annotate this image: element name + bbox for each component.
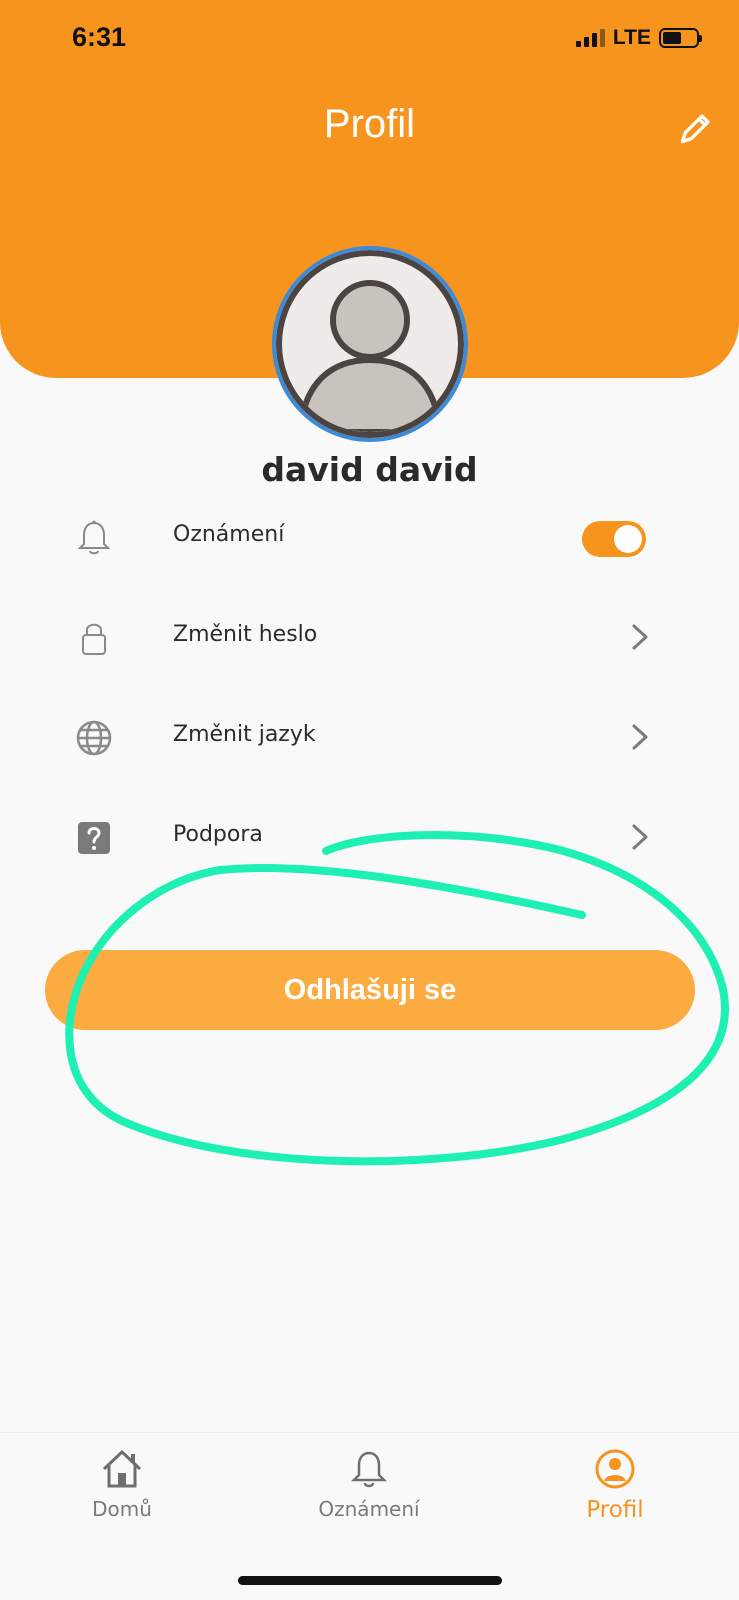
page-title: Profil xyxy=(323,102,416,146)
status-time: 6:31 xyxy=(72,22,127,52)
pencil-icon[interactable] xyxy=(678,110,714,146)
globe-icon xyxy=(76,720,112,756)
menu-label-change-language: Změnit jazyk xyxy=(173,722,316,747)
tab-label-notifications: Oznámení xyxy=(318,1497,420,1521)
battery-icon xyxy=(659,28,702,48)
chevron-right-icon xyxy=(632,624,648,650)
status-indicators: LTE xyxy=(575,26,702,50)
user-avatar-icon xyxy=(296,280,444,432)
menu-item-change-language[interactable]: Změnit jazyk xyxy=(0,706,739,766)
chevron-right-icon xyxy=(632,724,648,750)
lock-icon xyxy=(82,623,106,655)
menu-label-change-password: Změnit heslo xyxy=(173,622,318,647)
bell-icon xyxy=(77,520,111,555)
menu-item-change-password[interactable]: Změnit heslo xyxy=(0,606,739,666)
tab-home[interactable]: Domů xyxy=(32,1447,212,1521)
profile-screen: 6:31 LTE Profil david david Oznámení Změ… xyxy=(0,0,739,1600)
bell-icon xyxy=(350,1451,388,1488)
notifications-toggle[interactable] xyxy=(582,521,646,557)
tab-label-profile: Profil xyxy=(586,1497,644,1523)
avatar[interactable] xyxy=(272,246,468,442)
tab-notifications[interactable]: Oznámení xyxy=(279,1447,459,1521)
user-name: david david xyxy=(261,450,478,489)
home-indicator xyxy=(238,1576,502,1585)
logout-button[interactable]: Odhlašuji se xyxy=(45,950,695,1030)
tab-bar: Domů Oznámení Profil xyxy=(0,1432,739,1600)
menu-item-support[interactable]: Podpora xyxy=(0,806,739,866)
network-type: LTE xyxy=(612,26,651,49)
help-icon xyxy=(78,822,110,854)
tab-profile[interactable]: Profil xyxy=(525,1447,705,1523)
menu-label-notifications: Oznámení xyxy=(173,522,285,547)
tab-label-home: Domů xyxy=(92,1497,152,1521)
home-icon xyxy=(102,1450,142,1488)
menu-label-support: Podpora xyxy=(173,822,263,847)
chevron-right-icon xyxy=(632,824,648,850)
profile-icon xyxy=(595,1449,635,1489)
menu-item-notifications[interactable]: Oznámení xyxy=(0,506,739,566)
signal-icon xyxy=(575,29,605,47)
